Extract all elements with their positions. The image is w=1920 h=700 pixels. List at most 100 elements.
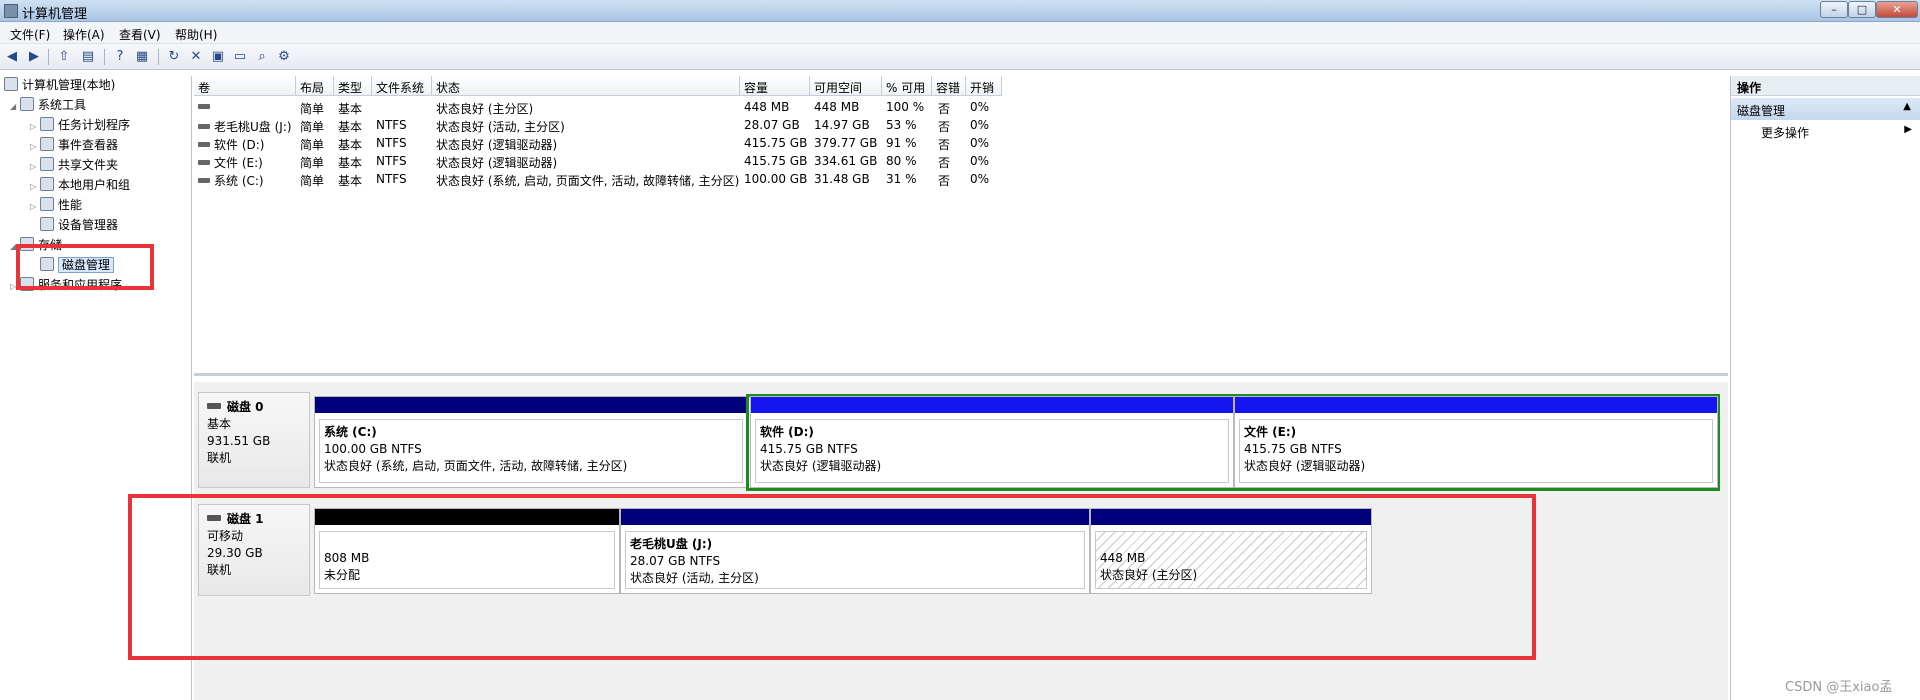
tree-item-services-apps[interactable]: ▷ 服务和应用程序 [10,276,122,295]
partition-448mb[interactable]: 448 MB 状态良好 (主分区) [1090,508,1372,594]
table-row[interactable]: 老毛桃U盘 (J:) 简单 基本 NTFS 状态良好 (活动, 主分区) 28.… [194,116,1728,134]
delete-icon[interactable]: ✕ [188,49,204,65]
table-row[interactable]: 简单 基本 状态良好 (主分区) 448 MB 448 MB 100 % 否 0… [194,98,1728,116]
column-header-fault-tolerance[interactable]: 容错 [932,76,966,96]
tree-item-system-tools[interactable]: ◢ 系统工具 [10,96,86,115]
users-icon [40,177,54,191]
disk-1-label[interactable]: 磁盘 1 可移动 29.30 GB 联机 [198,504,310,596]
overhead-cell: 0% [970,118,990,132]
settings-icon[interactable]: ⚙ [276,49,292,65]
tree-item-device-manager[interactable]: 设备管理器 [40,216,118,235]
column-header-volume[interactable]: 卷 [194,76,296,96]
table-row[interactable]: 文件 (E:) 简单 基本 NTFS 状态良好 (逻辑驱动器) 415.75 G… [194,152,1728,170]
table-row[interactable]: 系统 (C:) 简单 基本 NTFS 状态良好 (系统, 启动, 页面文件, 活… [194,170,1728,188]
layout-cell: 简单 [300,174,325,188]
collapsed-arrow-icon[interactable]: ▷ [30,137,40,156]
tree-item-shared-folders[interactable]: ▷ 共享文件夹 [30,156,118,175]
minimize-button[interactable]: – [1820,1,1848,18]
collapsed-arrow-icon[interactable]: ▷ [30,117,40,136]
submenu-arrow-icon[interactable]: ▶ [1904,124,1912,135]
partition-j[interactable]: 老毛桃U盘 (J:) 28.07 GB NTFS 状态良好 (活动, 主分区) [620,508,1090,594]
search-icon[interactable]: ⌕ [254,49,270,65]
expanded-arrow-icon[interactable]: ◢ [10,97,20,116]
toolbar-separator [48,49,49,65]
disk-state: 联机 [207,563,232,577]
partition-body: 808 MB 未分配 [319,531,615,589]
disk-management-icon [40,257,54,271]
overhead-cell: 0% [970,154,990,168]
disk-0-label[interactable]: 磁盘 0 基本 931.51 GB 联机 [198,392,310,488]
disk-type: 可移动 [207,529,244,543]
drive-icon [198,178,210,183]
help-icon[interactable]: ? [112,49,128,65]
open-icon[interactable]: ▭ [232,49,248,65]
column-header-type[interactable]: 类型 [334,76,372,96]
removable-disk-icon [207,515,221,521]
column-header-filesystem[interactable]: 文件系统 [372,76,432,96]
menu-file[interactable]: 文件(F) [10,26,50,43]
status-cell: 状态良好 (逻辑驱动器) [436,138,558,152]
services-icon [20,277,34,291]
overhead-cell: 0% [970,100,990,114]
column-header-overhead[interactable]: 开销 [966,76,1002,96]
expanded-arrow-icon[interactable]: ◢ [10,237,20,256]
partition-color-bar [315,509,619,525]
partition-e[interactable]: 文件 (E:) 415.75 GB NTFS 状态良好 (逻辑驱动器) [1234,396,1718,488]
collapse-up-icon[interactable]: ▲ [1903,101,1911,112]
partition-name: 系统 (C:) [324,425,377,439]
free-space-cell: 379.77 GB [814,136,878,150]
actions-section-label: 磁盘管理 [1737,104,1786,118]
column-header-free-space[interactable]: 可用空间 [810,76,882,96]
partition-size: 100.00 GB NTFS [324,442,422,456]
column-header-status[interactable]: 状态 [432,76,740,96]
disk-size: 931.51 GB [207,434,271,448]
menu-view[interactable]: 查看(V) [119,26,161,43]
up-folder-icon[interactable]: ⇧ [56,49,72,65]
forward-icon[interactable]: ▶ [26,49,42,65]
table-row[interactable]: 软件 (D:) 简单 基本 NTFS 状态良好 (逻辑驱动器) 415.75 G… [194,134,1728,152]
percent-free-cell: 100 % [886,100,925,114]
column-header-layout[interactable]: 布局 [296,76,334,96]
type-cell: 基本 [338,174,363,188]
properties-icon[interactable]: ▦ [134,49,150,65]
computer-management-icon [4,4,18,18]
show-hide-tree-icon[interactable]: ▤ [80,49,96,65]
properties-sheet-icon[interactable]: ▣ [210,49,226,65]
tree-item-root[interactable]: 计算机管理(本地) [4,76,115,95]
event-log-icon [40,137,54,151]
menu-action[interactable]: 操作(A) [63,26,105,43]
partition-d[interactable]: 软件 (D:) 415.75 GB NTFS 状态良好 (逻辑驱动器) [750,396,1234,488]
capacity-cell: 448 MB [744,100,790,114]
menu-help[interactable]: 帮助(H) [175,26,217,43]
maximize-button[interactable]: □ [1848,1,1876,18]
collapsed-arrow-icon[interactable]: ▷ [30,157,40,176]
more-actions-link[interactable]: 更多操作 [1761,124,1809,141]
tree-item-task-scheduler[interactable]: ▷ 任务计划程序 [30,116,130,135]
partition-c[interactable]: 系统 (C:) 100.00 GB NTFS 状态良好 (系统, 启动, 页面文… [314,396,748,488]
disk-state: 联机 [207,451,232,465]
percent-free-cell: 91 % [886,136,917,150]
performance-icon [40,197,54,211]
volume-name: 软件 (D:) [214,138,265,152]
back-icon[interactable]: ◀ [4,49,20,65]
tree-item-event-viewer[interactable]: ▷ 事件查看器 [30,136,118,155]
tree-label: 计算机管理(本地) [22,78,116,92]
collapsed-arrow-icon[interactable]: ▷ [30,197,40,216]
partition-color-bar [621,509,1089,525]
collapsed-arrow-icon[interactable]: ▷ [10,277,20,296]
collapsed-arrow-icon[interactable]: ▷ [30,177,40,196]
toolbar-separator [158,49,159,65]
partition-unallocated[interactable]: 808 MB 未分配 [314,508,620,594]
filesystem-cell: NTFS [376,136,407,150]
tree-item-local-users[interactable]: ▷ 本地用户和组 [30,176,130,195]
column-header-percent-free[interactable]: % 可用 [882,76,932,96]
refresh-icon[interactable]: ↻ [166,49,182,65]
tree-item-disk-management[interactable]: 磁盘管理 [40,256,115,275]
status-cell: 状态良好 (逻辑驱动器) [436,156,558,170]
actions-section-disk-management[interactable]: 磁盘管理 ▲ [1731,98,1920,120]
tree-item-performance[interactable]: ▷ 性能 [30,196,82,215]
column-header-capacity[interactable]: 容量 [740,76,810,96]
tree-item-storage[interactable]: ◢ 存储 [10,236,62,255]
partition-size: 808 MB [324,551,370,565]
close-button[interactable]: ✕ [1876,1,1918,18]
